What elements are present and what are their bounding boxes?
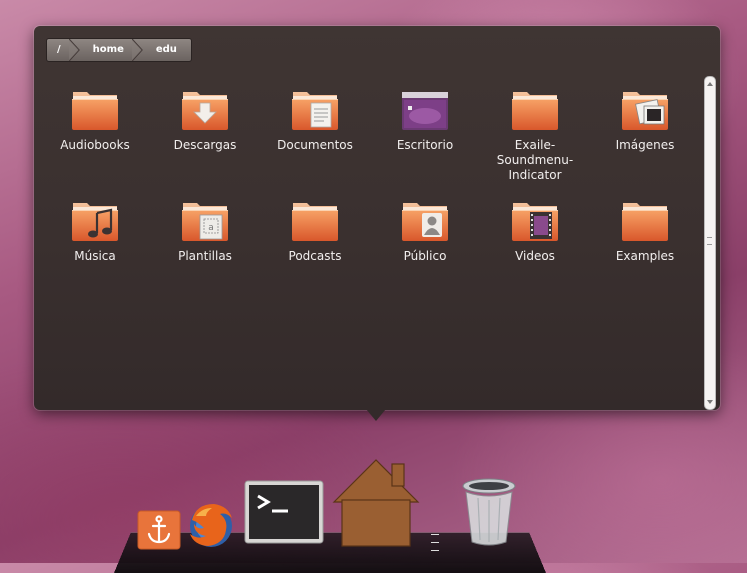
item-label: Examples [615, 249, 675, 263]
breadcrumb-label: / [57, 44, 61, 55]
breadcrumb-separator-icon [131, 39, 143, 61]
item-label: Música [74, 249, 116, 263]
anchor-icon [137, 510, 181, 550]
item-label: Público [403, 249, 447, 263]
trash-icon [462, 478, 516, 546]
stack-item-imagenes[interactable]: Imágenes [590, 88, 700, 189]
stack-item-examples[interactable]: Examples [590, 199, 700, 300]
stack-item-plantillas[interactable]: a Plantillas [150, 199, 260, 300]
item-label: Plantillas [178, 249, 232, 263]
stack-item-videos[interactable]: Videos [480, 199, 590, 300]
item-label: Videos [515, 249, 555, 263]
terminal-icon [244, 480, 324, 544]
pictures-folder-icon [620, 88, 670, 132]
downloads-folder-icon [180, 88, 230, 132]
folder-icon [620, 199, 670, 243]
dock-trash[interactable] [460, 476, 518, 548]
scroll-down-icon[interactable] [707, 400, 713, 404]
folder-icon [70, 88, 120, 132]
stack-item-documentos[interactable]: Documentos [260, 88, 370, 189]
stack-popup: / home edu Audiobooks Descargas Document… [34, 26, 720, 410]
item-label: Descargas [173, 138, 237, 152]
desktop-folder-icon [402, 92, 448, 130]
dock-home[interactable] [332, 458, 420, 548]
folder-icon [290, 199, 340, 243]
dock-firefox[interactable] [186, 500, 236, 550]
stack-item-exaile-soundmenu-indicator[interactable]: Exaile-Soundmenu-Indicator [480, 88, 590, 189]
home-folder-icon [332, 459, 420, 547]
scroll-up-icon[interactable] [707, 82, 713, 86]
stack-item-publico[interactable]: Público [370, 199, 480, 300]
breadcrumb-root[interactable]: / [47, 39, 80, 61]
vertical-scrollbar[interactable] [704, 76, 716, 410]
templates-folder-icon: a [180, 199, 230, 243]
stack-grid: Audiobooks Descargas Documentos Escritor… [40, 88, 700, 300]
music-folder-icon [70, 199, 120, 243]
dock-terminal[interactable] [244, 480, 324, 544]
breadcrumb: / home edu [46, 38, 192, 62]
public-folder-icon [400, 199, 450, 243]
item-label: Exaile-Soundmenu-Indicator [496, 138, 574, 182]
videos-folder-icon [510, 199, 560, 243]
breadcrumb-edu[interactable]: edu [138, 39, 191, 61]
item-label: Podcasts [288, 249, 342, 263]
breadcrumb-separator-icon [68, 39, 80, 61]
svg-text:a: a [208, 223, 214, 233]
item-label: Audiobooks [60, 138, 130, 152]
dock-running-indicator [431, 534, 439, 558]
folder-icon [510, 88, 560, 132]
stack-item-descargas[interactable]: Descargas [150, 88, 260, 189]
firefox-icon [190, 504, 232, 547]
stack-item-audiobooks[interactable]: Audiobooks [40, 88, 150, 189]
item-label: Imágenes [615, 138, 675, 152]
documents-folder-icon [290, 88, 340, 132]
breadcrumb-label: home [92, 44, 124, 55]
stack-pointer [366, 409, 386, 421]
breadcrumb-home[interactable]: home [75, 39, 143, 61]
stack-item-musica[interactable]: Música [40, 199, 150, 300]
item-label: Escritorio [396, 138, 454, 152]
item-label: Documentos [277, 138, 353, 152]
dock-anchor[interactable] [137, 510, 181, 550]
stack-item-podcasts[interactable]: Podcasts [260, 199, 370, 300]
stack-item-escritorio[interactable]: Escritorio [370, 88, 480, 189]
breadcrumb-label: edu [155, 44, 177, 55]
scroll-grip-icon[interactable] [707, 237, 712, 245]
